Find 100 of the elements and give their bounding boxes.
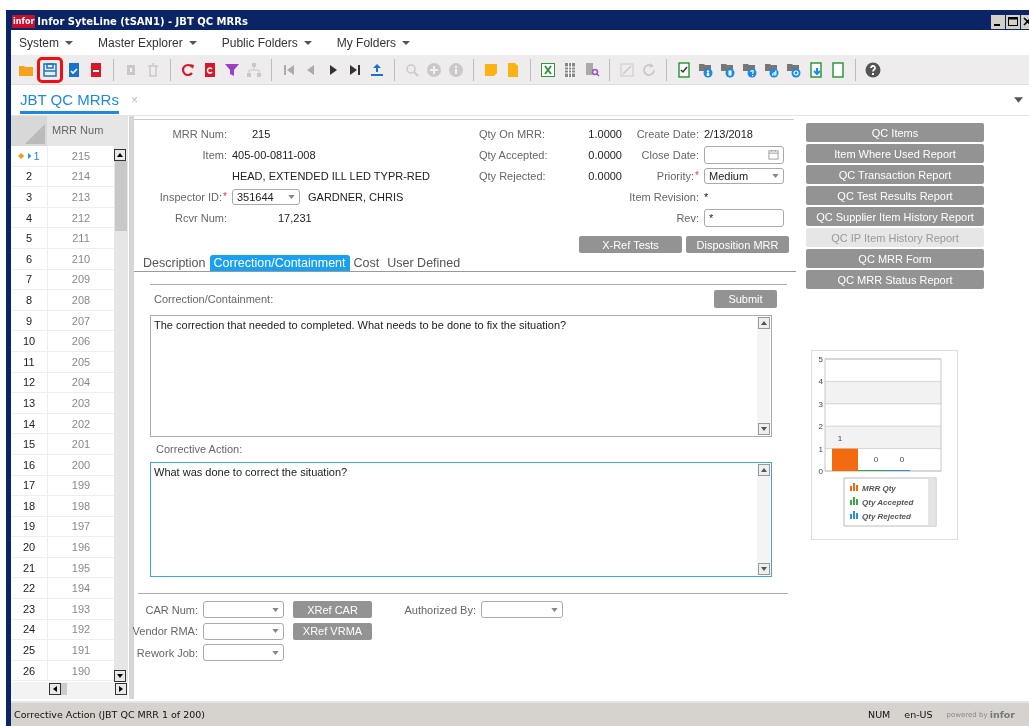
field-value: 2/13/2018 xyxy=(704,127,754,140)
scroll-down-icon[interactable] xyxy=(757,563,770,575)
menu-item[interactable]: My Folders xyxy=(336,35,411,50)
row-header[interactable]: 4 xyxy=(11,207,47,228)
scroll-thumb[interactable] xyxy=(61,683,67,695)
document-tab[interactable]: JBT QC MRRs xyxy=(20,86,119,114)
row-header[interactable]: 10 xyxy=(11,331,47,351)
report-button[interactable]: QC Items xyxy=(806,123,984,142)
refresh-icon[interactable] xyxy=(180,61,196,78)
report-button[interactable]: QC MRR Form xyxy=(806,249,984,268)
scroll-thumb[interactable] xyxy=(115,161,127,231)
date-field[interactable] xyxy=(704,145,784,164)
menu-item[interactable]: Public Folders xyxy=(221,35,312,50)
row-header[interactable]: 24 xyxy=(11,619,47,640)
row-header[interactable]: 15 xyxy=(11,434,47,454)
scrollbar[interactable] xyxy=(757,464,770,575)
folder-help-icon[interactable] xyxy=(742,61,758,78)
xref-car-button[interactable]: XRef CAR xyxy=(293,601,372,619)
tab[interactable]: Correction/Containment xyxy=(209,255,350,271)
row-header[interactable]: 7 xyxy=(11,269,47,290)
row-header[interactable]: 12 xyxy=(11,372,47,393)
close-tab-button[interactable]: × xyxy=(130,93,138,107)
row-header[interactable]: 8 xyxy=(11,290,47,310)
row-header[interactable]: 5 xyxy=(11,228,47,248)
row-header[interactable]: 1 xyxy=(11,146,47,166)
tab[interactable]: User Defined xyxy=(383,255,465,271)
report-button[interactable]: QC Test Results Report xyxy=(806,186,984,205)
document-check-icon[interactable] xyxy=(66,61,82,78)
row-header[interactable]: 20 xyxy=(11,537,47,557)
dropdown-icon[interactable] xyxy=(1014,97,1023,103)
menu-item[interactable]: System xyxy=(19,35,73,50)
rework-job-dropdown[interactable] xyxy=(203,644,284,662)
row-header[interactable]: 17 xyxy=(11,475,47,496)
text-area[interactable]: The correction that needed to completed. What needs to be done to fix the situation? xyxy=(150,315,772,437)
save-icon[interactable] xyxy=(42,61,58,78)
row-header[interactable]: 11 xyxy=(11,351,47,372)
row-header[interactable]: 22 xyxy=(11,578,47,599)
menu-item[interactable]: Master Explorer xyxy=(98,35,197,50)
calendar-icon[interactable] xyxy=(768,149,779,160)
scroll-up-icon[interactable] xyxy=(757,317,770,329)
folder-document-icon[interactable] xyxy=(720,61,736,78)
field-label: Priority: xyxy=(656,169,695,182)
report-button[interactable]: QC Transaction Report xyxy=(806,165,984,184)
row-header[interactable]: 9 xyxy=(11,310,47,331)
submit-button[interactable]: Submit xyxy=(714,289,777,308)
action-button[interactable]: Disposition MRR xyxy=(686,236,789,253)
filter-icon[interactable] xyxy=(224,61,240,78)
scroll-down-icon[interactable] xyxy=(757,423,770,435)
folder-person-icon[interactable] xyxy=(698,61,714,78)
field-label: Inspector ID: xyxy=(159,190,223,203)
row-header[interactable]: 23 xyxy=(11,599,47,619)
row-header[interactable]: 2 xyxy=(11,166,47,187)
xref-vrma-button[interactable]: XRef VRMA xyxy=(293,622,372,640)
text-area[interactable]: What was done to correct the situation? xyxy=(150,462,772,577)
rev-field[interactable]: * xyxy=(704,208,784,227)
folder-target-icon[interactable] xyxy=(786,61,802,78)
grid-icon[interactable] xyxy=(562,61,578,78)
scrollbar[interactable] xyxy=(114,116,128,682)
document-minus-icon[interactable] xyxy=(88,61,104,78)
authorized-by-dropdown[interactable] xyxy=(481,601,563,619)
upload-icon[interactable] xyxy=(369,61,385,78)
scroll-down-icon[interactable] xyxy=(114,670,126,682)
vendor-rma-dropdown[interactable] xyxy=(203,622,284,640)
row-header[interactable]: 14 xyxy=(11,413,47,434)
scroll-up-icon[interactable] xyxy=(757,464,770,476)
help-icon[interactable] xyxy=(865,61,881,78)
report-button[interactable]: QC MRR Status Report xyxy=(806,270,984,289)
report-button[interactable]: Item Where Used Report xyxy=(806,144,984,163)
row-header[interactable]: 21 xyxy=(11,557,47,578)
minimize-icon[interactable] xyxy=(991,14,1005,29)
caret-icon xyxy=(272,629,279,634)
row-header[interactable]: 16 xyxy=(11,454,47,475)
scroll-up-icon[interactable] xyxy=(114,149,126,161)
spreadsheet-icon[interactable] xyxy=(540,61,556,78)
scrollbar[interactable] xyxy=(928,478,936,526)
inspector-dropdown[interactable]: 351644 xyxy=(232,188,300,205)
document-search-icon[interactable] xyxy=(584,61,600,78)
folder-chart-icon[interactable] xyxy=(764,61,780,78)
row-header[interactable]: 3 xyxy=(11,187,47,207)
tab[interactable]: Description xyxy=(139,255,210,271)
row-header[interactable]: 6 xyxy=(11,248,47,269)
action-button[interactable]: X-Ref Tests xyxy=(579,236,682,253)
scrollbar[interactable] xyxy=(757,317,770,435)
row-header[interactable]: 25 xyxy=(11,640,47,660)
report-button[interactable]: QC Supplier Item History Report xyxy=(806,207,984,226)
document-refresh-icon[interactable] xyxy=(202,61,218,78)
car-num-dropdown[interactable] xyxy=(203,601,284,619)
document-download-icon[interactable] xyxy=(808,61,824,78)
scroll-left-icon[interactable] xyxy=(49,683,61,695)
document-icon[interactable] xyxy=(830,61,846,78)
priority-dropdown[interactable]: Medium xyxy=(704,167,784,184)
maximize-icon[interactable] xyxy=(1006,14,1020,29)
scroll-right-icon[interactable] xyxy=(115,683,127,695)
row-header[interactable]: 13 xyxy=(11,393,47,413)
tab[interactable]: Cost xyxy=(349,255,384,271)
column-header[interactable]: MRR Num xyxy=(47,116,114,146)
row-header[interactable]: 19 xyxy=(11,516,47,537)
document-check-icon[interactable] xyxy=(676,61,692,78)
row-header[interactable]: 18 xyxy=(11,496,47,516)
row-header[interactable]: 26 xyxy=(11,660,47,681)
